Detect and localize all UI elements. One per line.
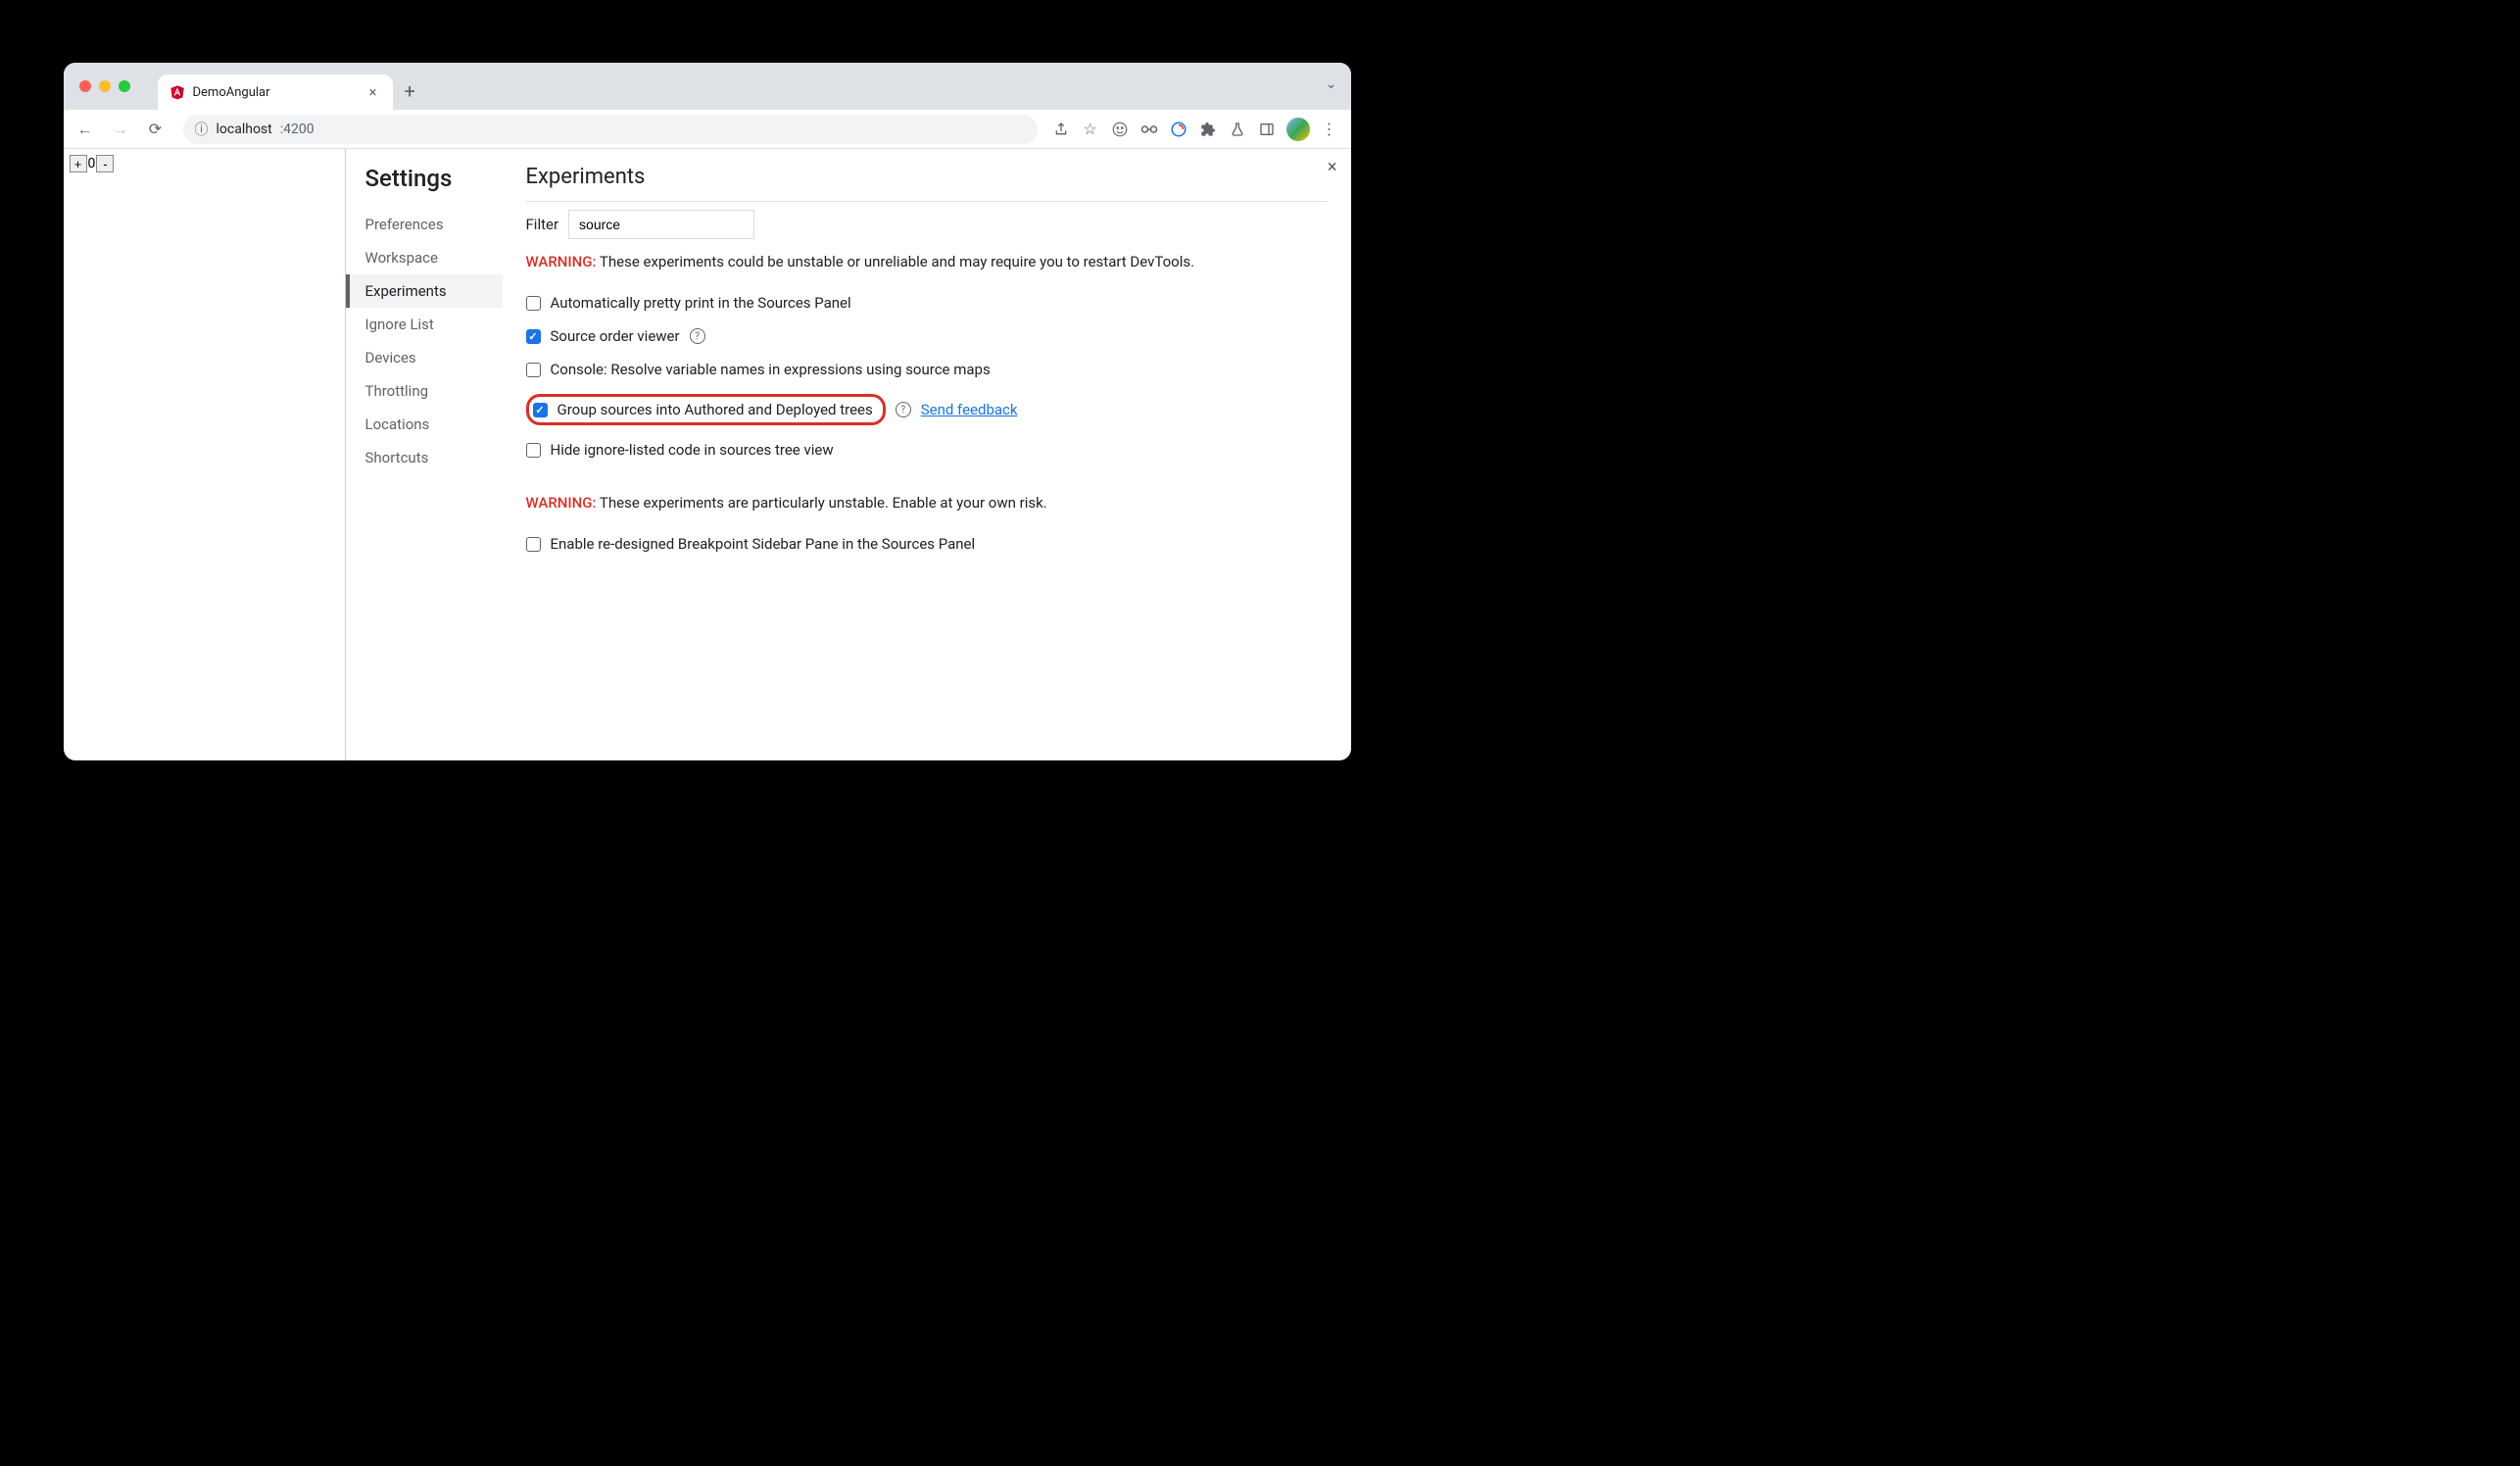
warning-risky: WARNING: These experiments are particula… — [526, 494, 1328, 512]
extensions-icon[interactable] — [1198, 120, 1218, 139]
warning-text: These experiments are particularly unsta… — [596, 494, 1046, 512]
feedback-link[interactable]: Send feedback — [921, 401, 1018, 418]
toolbar-actions: ☆ ⋮ — [1051, 118, 1343, 141]
warning-text: These experiments could be unstable or u… — [596, 253, 1194, 270]
reload-button[interactable]: ⟳ — [142, 116, 170, 143]
glasses-icon[interactable] — [1139, 120, 1159, 139]
url-host: localhost — [217, 122, 272, 137]
nav-item-preferences[interactable]: Preferences — [365, 208, 503, 241]
checkbox-console-resolve[interactable] — [526, 363, 541, 377]
labs-icon[interactable] — [1228, 120, 1247, 139]
experiment-pretty-print: Automatically pretty print in the Source… — [526, 286, 1328, 319]
experiment-label: Source order viewer — [551, 327, 680, 345]
experiment-source-order: Source order viewer ? — [526, 319, 1328, 353]
experiment-label: Automatically pretty print in the Source… — [551, 294, 851, 312]
url-port: :4200 — [280, 122, 315, 137]
kebab-menu-icon[interactable]: ⋮ — [1320, 120, 1339, 139]
nav-item-throttling[interactable]: Throttling — [365, 374, 503, 408]
checkbox-pretty-print[interactable] — [526, 296, 541, 311]
counter-value: 0 — [88, 156, 96, 171]
window-minimize-button[interactable] — [99, 80, 111, 92]
help-icon[interactable]: ? — [896, 402, 911, 417]
checkbox-breakpoint-pane[interactable] — [526, 537, 541, 552]
share-icon[interactable] — [1051, 120, 1071, 139]
tab-title: DemoAngular — [193, 85, 358, 100]
settings-container: Settings Preferences Workspace Experimen… — [346, 149, 1351, 760]
experiment-label: Hide ignore-listed code in sources tree … — [551, 441, 834, 459]
increment-button[interactable]: + — [70, 155, 87, 172]
side-panel-icon[interactable] — [1257, 120, 1277, 139]
back-button[interactable]: ← — [72, 116, 99, 143]
experiment-label: Enable re-designed Breakpoint Sidebar Pa… — [551, 535, 976, 553]
page-content: + 0 - — [64, 149, 346, 760]
profile-avatar[interactable] — [1286, 118, 1310, 141]
tab-strip: DemoAngular × + ⌄ — [64, 63, 1351, 110]
lighthouse-icon[interactable] — [1169, 120, 1188, 139]
window-maximize-button[interactable] — [119, 80, 130, 92]
highlight-annotation: Group sources into Authored and Deployed… — [526, 394, 886, 425]
experiment-label: Group sources into Authored and Deployed… — [557, 401, 873, 418]
incognito-icon[interactable] — [1110, 120, 1130, 139]
warning-prefix: WARNING: — [526, 494, 597, 512]
nav-item-ignore-list[interactable]: Ignore List — [365, 308, 503, 341]
window-controls — [72, 80, 138, 92]
help-icon[interactable]: ? — [690, 328, 705, 344]
filter-row: Filter — [526, 210, 1328, 239]
filter-label: Filter — [526, 216, 559, 233]
settings-main: Experiments Filter WARNING: These experi… — [503, 149, 1351, 760]
close-icon[interactable]: × — [1328, 157, 1337, 177]
info-icon: ⓘ — [195, 120, 209, 139]
content-area: + 0 - × Settings Preferences Workspace E… — [64, 149, 1351, 760]
settings-sidebar: Settings Preferences Workspace Experimen… — [346, 149, 503, 760]
window-close-button[interactable] — [79, 80, 91, 92]
devtools-panel: × Settings Preferences Workspace Experim… — [346, 149, 1351, 760]
nav-item-shortcuts[interactable]: Shortcuts — [365, 441, 503, 474]
experiment-label: Console: Resolve variable names in expre… — [551, 361, 991, 378]
page-title: Experiments — [526, 165, 1328, 189]
counter-widget: + 0 - — [70, 155, 339, 172]
warning-prefix: WARNING: — [526, 253, 597, 270]
angular-icon — [170, 84, 185, 100]
experiment-hide-ignore: Hide ignore-listed code in sources tree … — [526, 433, 1328, 466]
browser-window: DemoAngular × + ⌄ ← → ⟳ ⓘ localhost :4200… — [64, 63, 1351, 760]
browser-toolbar: ← → ⟳ ⓘ localhost :4200 ☆ ⋮ — [64, 110, 1351, 149]
browser-tab[interactable]: DemoAngular × — [158, 74, 393, 110]
checkbox-source-order[interactable] — [526, 329, 541, 344]
settings-title: Settings — [365, 165, 503, 192]
address-bar[interactable]: ⓘ localhost :4200 — [183, 115, 1038, 144]
nav-item-locations[interactable]: Locations — [365, 408, 503, 441]
nav-item-workspace[interactable]: Workspace — [365, 241, 503, 274]
experiment-console-resolve: Console: Resolve variable names in expre… — [526, 353, 1328, 386]
checkbox-hide-ignore[interactable] — [526, 443, 541, 458]
experiment-breakpoint-pane: Enable re-designed Breakpoint Sidebar Pa… — [526, 527, 1328, 561]
checkbox-group-sources[interactable] — [533, 403, 548, 417]
chevron-down-icon[interactable]: ⌄ — [1326, 76, 1337, 92]
forward-button[interactable]: → — [107, 116, 134, 143]
experiment-group-sources: Group sources into Authored and Deployed… — [526, 386, 1328, 433]
warning-unstable: WARNING: These experiments could be unst… — [526, 253, 1328, 270]
tab-close-button[interactable]: × — [364, 81, 380, 103]
nav-item-experiments[interactable]: Experiments — [346, 274, 503, 308]
new-tab-button[interactable]: + — [393, 73, 427, 109]
filter-input[interactable] — [568, 210, 754, 239]
bookmark-icon[interactable]: ☆ — [1081, 120, 1100, 139]
decrement-button[interactable]: - — [96, 155, 114, 172]
nav-item-devices[interactable]: Devices — [365, 341, 503, 374]
divider — [526, 201, 1328, 202]
